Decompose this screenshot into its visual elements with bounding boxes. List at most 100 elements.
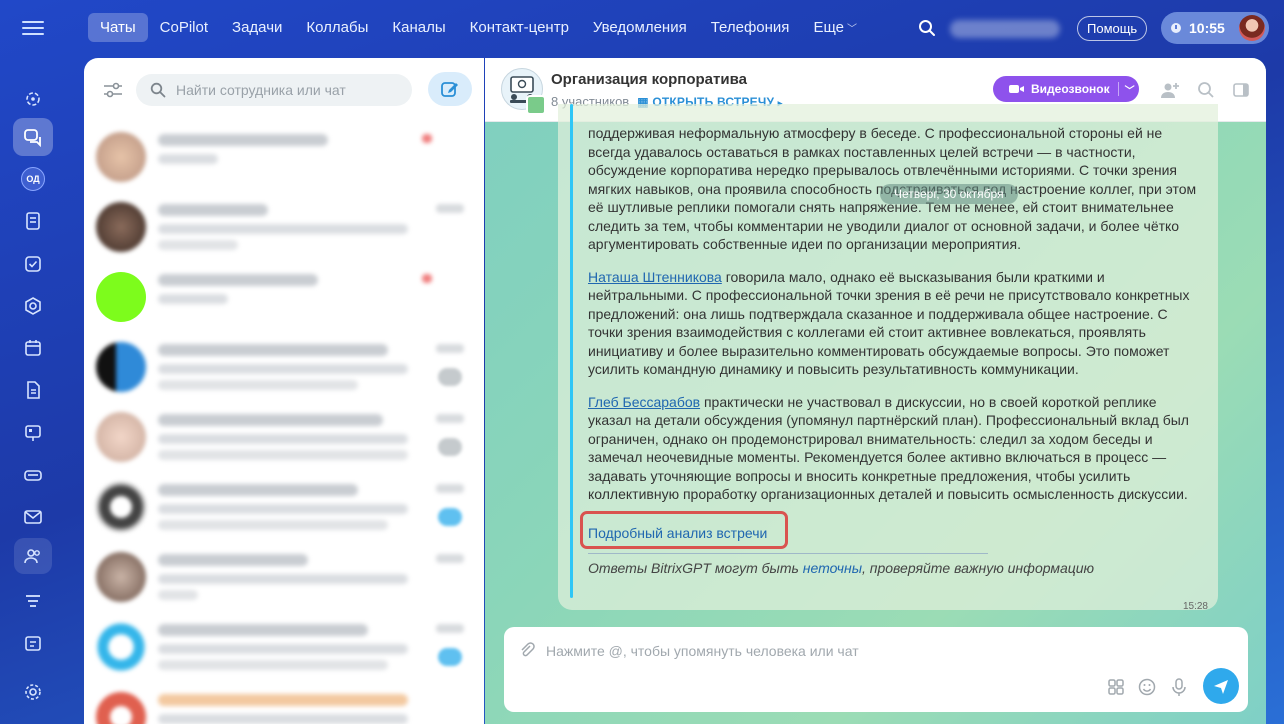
user-avatar[interactable] xyxy=(1239,15,1265,41)
sidebar-toggle-icon[interactable] xyxy=(1231,80,1251,100)
chat-avatar xyxy=(96,132,146,182)
calendar-icon[interactable] xyxy=(20,335,46,361)
add-user-icon[interactable] xyxy=(1160,80,1180,100)
chat-time-blurred xyxy=(436,624,464,633)
filter-settings-icon[interactable] xyxy=(102,80,124,100)
tab-chats[interactable]: Чаты xyxy=(88,13,148,42)
send-button[interactable] xyxy=(1203,668,1239,704)
message-time: 15:28 xyxy=(1182,601,1208,612)
list-item[interactable] xyxy=(84,542,484,612)
ai-disclaimer: Ответы BitrixGPT могут быть неточны, про… xyxy=(588,560,1094,576)
video-call-label: Видеозвонок xyxy=(1031,82,1110,96)
message-input[interactable]: Нажмите @, чтобы упомянуть человека или … xyxy=(504,627,1248,712)
video-call-button[interactable]: Видеозвонок ﹀ xyxy=(993,76,1139,102)
tasks-icon[interactable] xyxy=(20,251,46,277)
contacts-icon[interactable] xyxy=(14,538,52,574)
list-item[interactable] xyxy=(84,402,484,472)
disclaimer-link[interactable]: неточны xyxy=(803,560,862,576)
chat-avatar xyxy=(96,622,146,672)
chat-preview-blurred xyxy=(158,154,218,164)
chat-badge-blurred xyxy=(438,368,462,386)
chat-name-blurred xyxy=(158,414,383,426)
disclaimer-prefix: Ответы BitrixGPT могут быть xyxy=(588,560,803,576)
chat-search-input[interactable]: Найти сотрудника или чат xyxy=(136,74,412,106)
chat-badge-blurred xyxy=(438,508,462,526)
attach-icon[interactable] xyxy=(518,641,536,659)
list-item[interactable] xyxy=(84,262,484,332)
sites-icon[interactable] xyxy=(20,630,46,656)
search-icon[interactable] xyxy=(918,19,936,37)
meeting-icon xyxy=(510,76,534,103)
tab-telephony[interactable]: Телефония xyxy=(699,13,802,42)
drive-icon[interactable] xyxy=(20,462,46,488)
chevron-down-icon[interactable]: ﹀ xyxy=(1125,82,1135,97)
board-icon[interactable] xyxy=(20,420,46,446)
emoji-icon[interactable] xyxy=(1137,677,1157,697)
chat-time-blurred xyxy=(436,484,464,493)
chat-name-blurred xyxy=(158,134,328,146)
tab-notifications[interactable]: Уведомления xyxy=(581,13,699,42)
od-avatar[interactable]: ОД xyxy=(20,166,46,192)
message-placeholder: Нажмите @, чтобы упомянуть человека или … xyxy=(546,643,859,659)
chat-preview-blurred xyxy=(158,294,228,304)
chat-status-blurred xyxy=(422,134,432,143)
chat-avatar xyxy=(96,202,146,252)
chat-preview-blurred xyxy=(158,574,408,584)
chat-name-blurred xyxy=(158,344,388,356)
chat-preview-blurred xyxy=(158,504,408,514)
chat-status-blurred xyxy=(422,274,432,283)
search-icon[interactable] xyxy=(1196,80,1216,100)
tab-contact-center[interactable]: Контакт-центр xyxy=(458,13,581,42)
mail-icon[interactable] xyxy=(20,504,46,530)
list-item[interactable] xyxy=(84,192,484,262)
message-paragraph: Глеб Бессарабов практически не участвова… xyxy=(588,393,1200,504)
mention-link[interactable]: Глеб Бессарабов xyxy=(588,394,700,410)
worktime-clock[interactable]: 10:55 xyxy=(1161,12,1269,44)
chat-preview-blurred xyxy=(158,224,408,234)
tab-channels[interactable]: Каналы xyxy=(380,13,457,42)
chat-avatar xyxy=(96,552,146,602)
chat-name-blurred xyxy=(158,484,358,496)
chat-search-placeholder: Найти сотрудника или чат xyxy=(176,82,346,98)
chat-preview-blurred xyxy=(158,520,388,530)
chat-avatar xyxy=(96,482,146,532)
feed-icon[interactable] xyxy=(20,208,46,234)
copilot-icon[interactable] xyxy=(20,86,46,112)
docs-icon[interactable] xyxy=(20,377,46,403)
top-bar: Чаты CoPilot Задачи Коллабы Каналы Конта… xyxy=(0,0,1284,58)
chat-time-blurred xyxy=(436,204,464,213)
apps-icon[interactable] xyxy=(1106,677,1126,697)
mention-link[interactable]: Наташа Штенникова xyxy=(588,269,722,285)
list-item[interactable] xyxy=(84,332,484,402)
list-item[interactable] xyxy=(84,122,484,192)
date-divider: Четверг, 30 октября xyxy=(880,184,1018,204)
filter-icon[interactable] xyxy=(20,588,46,614)
tab-tasks[interactable]: Задачи xyxy=(220,13,294,42)
collab-icon[interactable] xyxy=(20,293,46,319)
meeting-analysis-link[interactable]: Подробный анализ встречи xyxy=(588,525,767,541)
tab-collabs[interactable]: Коллабы xyxy=(294,13,380,42)
new-chat-button[interactable] xyxy=(428,72,472,106)
help-button[interactable]: Помощь xyxy=(1077,16,1148,41)
group-chat-avatar[interactable] xyxy=(501,68,546,115)
chat-icon[interactable] xyxy=(13,118,53,156)
divider xyxy=(588,553,988,554)
list-item[interactable] xyxy=(84,472,484,542)
chat-badge-blurred xyxy=(438,438,462,456)
message-paragraph: Наташа Штенникова говорила мало, однако … xyxy=(588,268,1200,379)
settings-icon[interactable] xyxy=(20,679,46,705)
list-item[interactable] xyxy=(84,612,484,682)
chat-title: Организация корпоратива xyxy=(551,71,747,88)
chat-name-blurred xyxy=(158,204,268,216)
menu-icon[interactable] xyxy=(22,17,44,39)
tab-more[interactable]: Еще ﹀ xyxy=(801,13,869,42)
tab-copilot[interactable]: CoPilot xyxy=(148,13,220,42)
chat-list-panel: Найти сотрудника или чат xyxy=(84,58,484,724)
microphone-icon[interactable] xyxy=(1169,677,1189,697)
chat-avatar xyxy=(96,692,146,724)
chat-name-blurred xyxy=(158,554,308,566)
chat-preview-blurred xyxy=(158,380,358,390)
chat-avatar xyxy=(96,272,146,322)
chat-name-blurred xyxy=(158,274,318,286)
list-item[interactable] xyxy=(84,682,484,724)
